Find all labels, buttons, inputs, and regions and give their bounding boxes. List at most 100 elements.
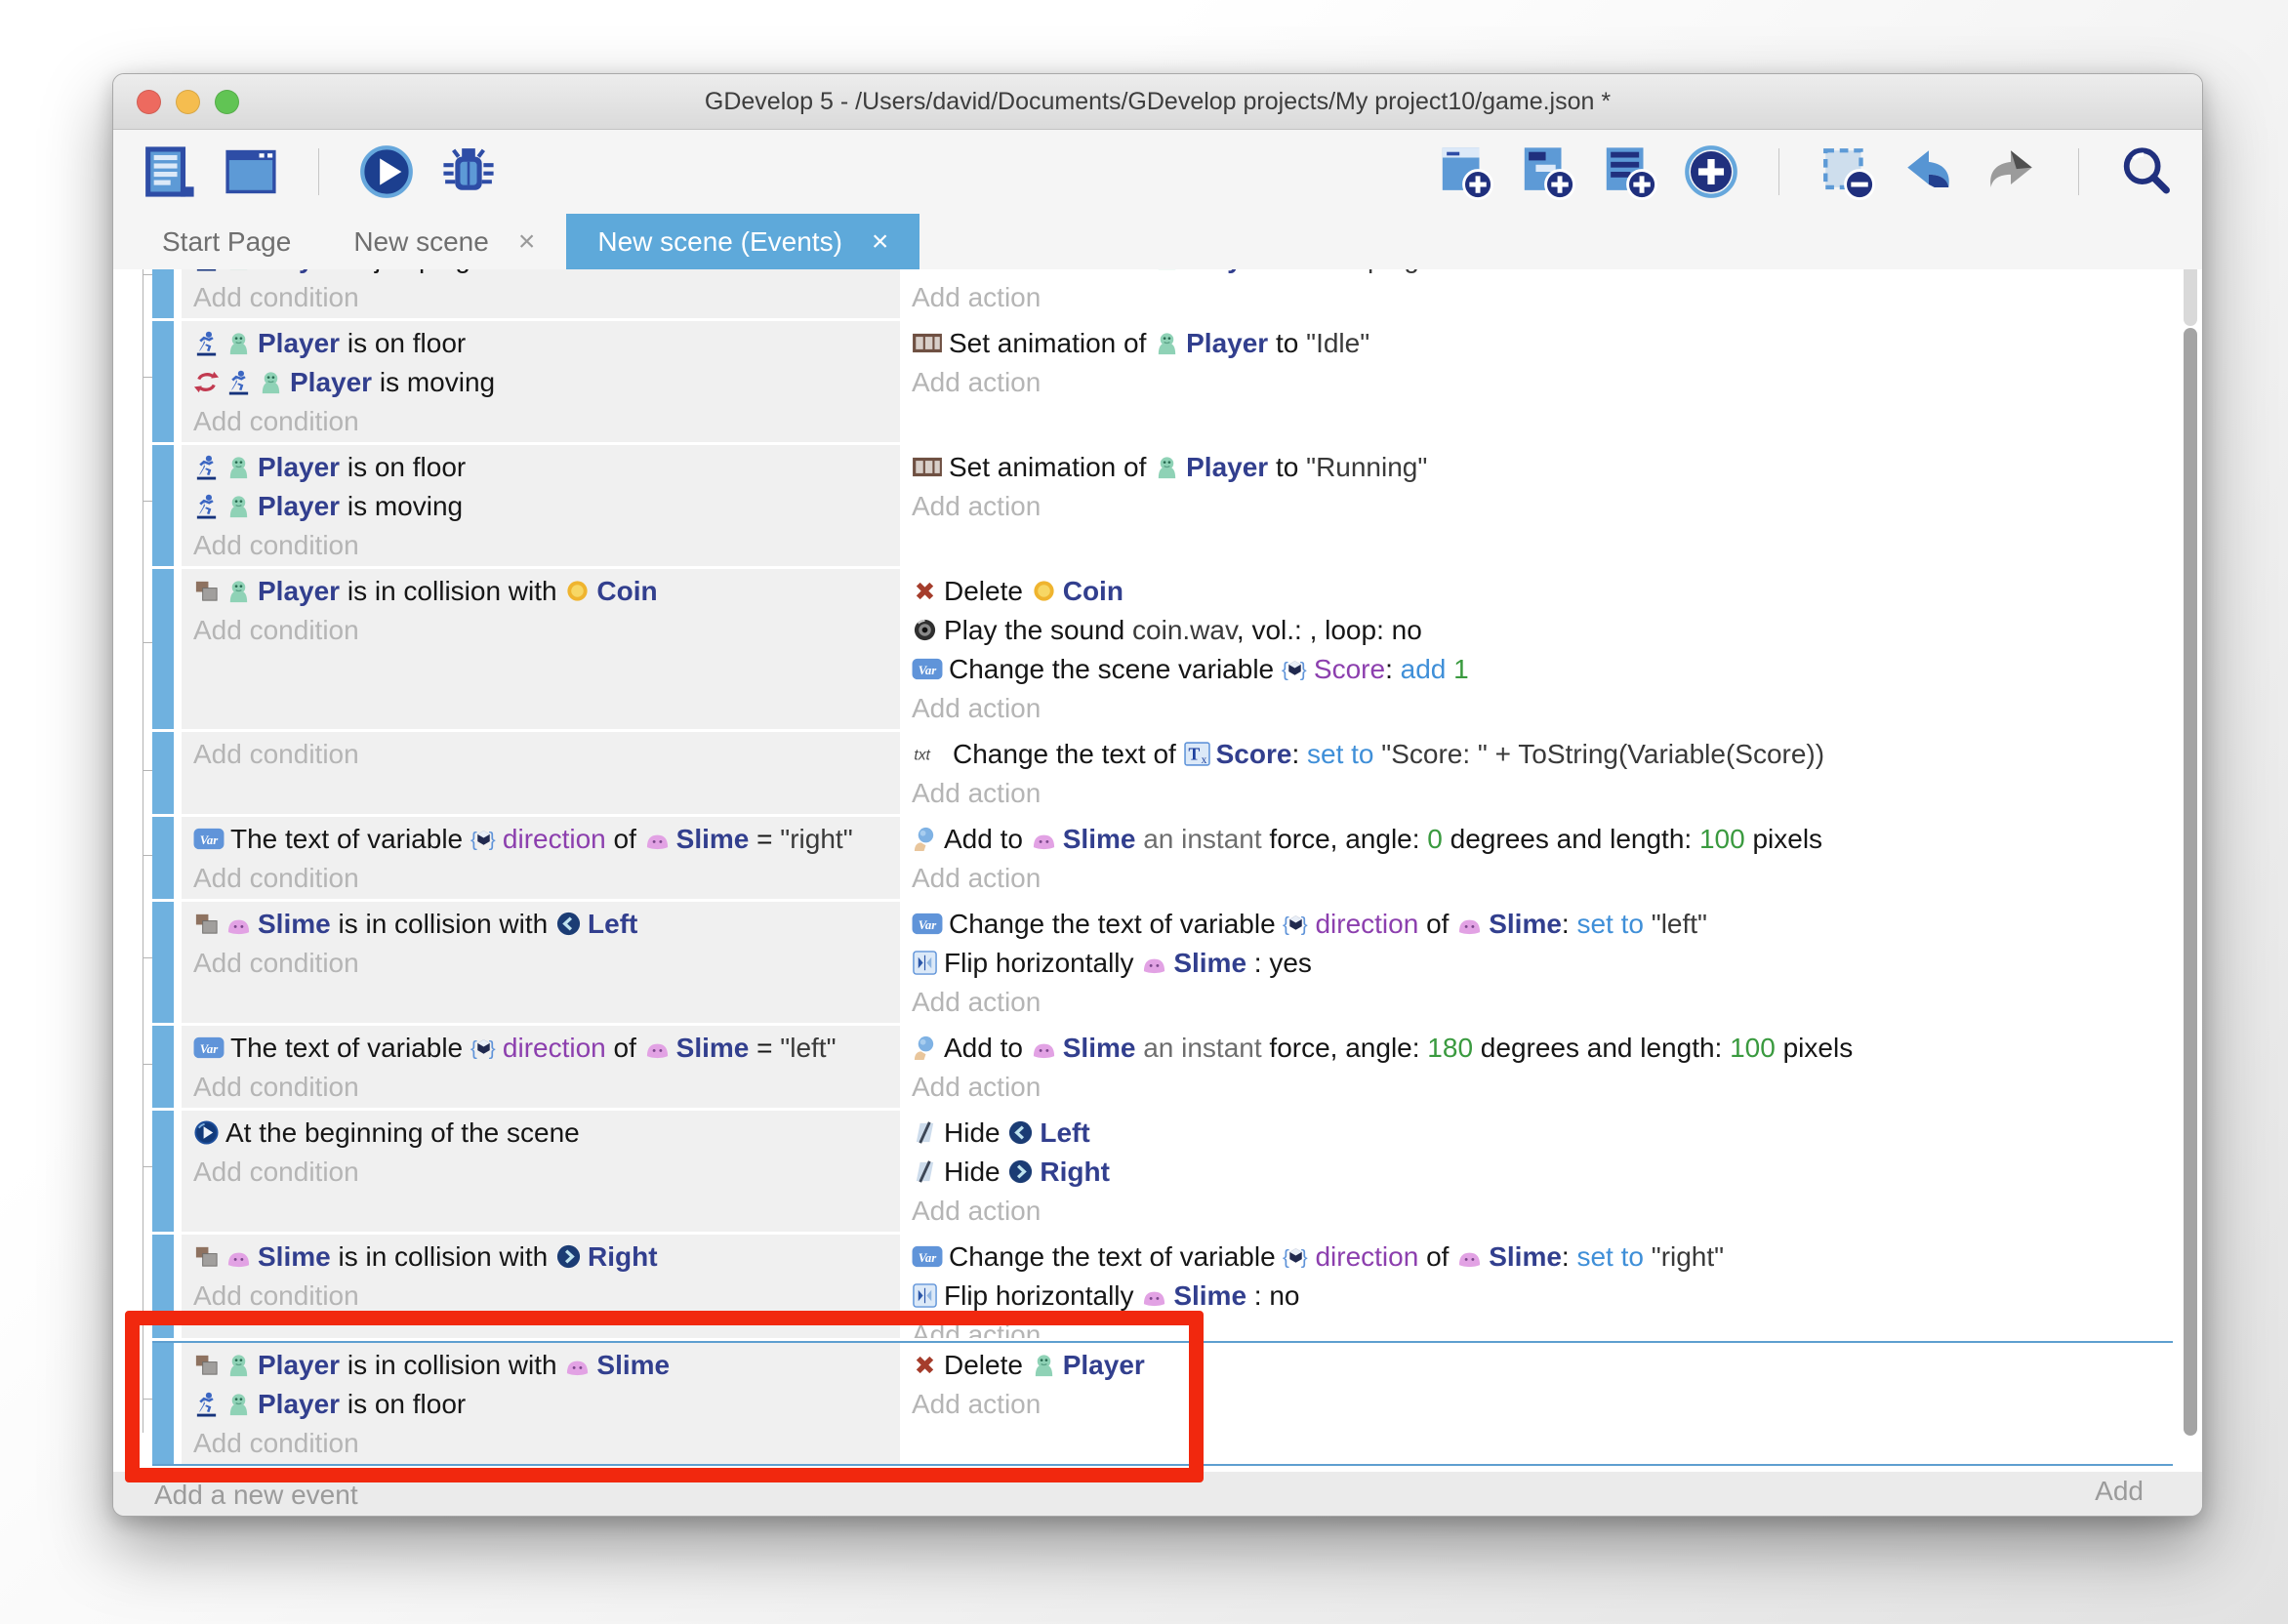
event-handle-bar[interactable] [152, 1111, 174, 1232]
event-row[interactable]: Player is jumpingAdd condition Set animat… [152, 269, 2173, 318]
event-row[interactable]: VarThe text of variable {}direction of S… [152, 817, 2173, 899]
condition-line[interactable]: Player is jumping [193, 269, 888, 278]
event-handle-bar[interactable] [152, 445, 174, 566]
add-condition-link[interactable]: Add condition [193, 1277, 888, 1316]
keyword: add [1401, 654, 1447, 684]
event-row[interactable]: Player is on floorPlayer is movingAdd co… [152, 321, 2173, 442]
action-line[interactable]: VarChange the text of variable {}directi… [912, 1238, 2161, 1277]
var-icon: Var [912, 909, 943, 935]
maximize-window-button[interactable] [215, 90, 239, 114]
number-value: 180 [1427, 1033, 1473, 1063]
action-line[interactable]: VarChange the scene variable {}Score: ad… [912, 650, 2161, 689]
debug-button[interactable] [440, 143, 497, 200]
action-line[interactable]: Add to Slime an instant force, angle: 0 … [912, 820, 2161, 859]
toolbar-left-group [141, 143, 497, 200]
condition-line[interactable]: VarThe text of variable {}direction of S… [193, 1029, 888, 1068]
close-icon[interactable]: × [518, 227, 536, 257]
number-value: 100 [1730, 1033, 1776, 1063]
event-row[interactable]: VarThe text of variable {}direction of S… [152, 1026, 2173, 1108]
text: Change the text of variable [949, 909, 1283, 939]
tab-start-page[interactable]: Start Page [131, 214, 322, 270]
close-icon[interactable]: × [872, 227, 889, 257]
add-new-event-button[interactable]: Add a new event [154, 1480, 358, 1511]
delete-selection-button[interactable] [1818, 143, 1875, 200]
minimize-window-button[interactable] [176, 90, 200, 114]
condition-line[interactable]: VarThe text of variable {}direction of S… [193, 820, 888, 859]
event-row[interactable]: Add condition txtChange the text of TxSco… [152, 732, 2173, 814]
action-line[interactable]: txtChange the text of TxScore: set to "S… [912, 735, 2161, 774]
condition-line[interactable]: Slime is in collision with Left [193, 905, 888, 944]
action-line[interactable]: Flip horizontally Slime : no [912, 1277, 2161, 1316]
condition-line[interactable]: Player is on floor [193, 448, 888, 487]
events-sheet-button[interactable] [141, 143, 197, 200]
event-handle-bar[interactable] [152, 269, 174, 318]
action-line[interactable]: Play the sound coin.wav, vol.: , loop: n… [912, 611, 2161, 650]
condition-line[interactable]: Player is on floor [193, 324, 888, 363]
var-icon: Var [912, 654, 943, 680]
event-row[interactable]: At the beginning of the sceneAdd conditi… [152, 1111, 2173, 1232]
add-button[interactable]: Add [2095, 1476, 2144, 1507]
add-action-link[interactable]: Add action [912, 859, 2161, 898]
condition-line[interactable]: Player is moving [193, 363, 888, 402]
add-condition-link[interactable]: Add condition [193, 859, 888, 898]
svg-text:T: T [1188, 745, 1200, 764]
event-handle-bar[interactable] [152, 817, 174, 899]
add-event-button[interactable] [1437, 143, 1493, 200]
add-condition-link[interactable]: Add condition [193, 611, 888, 650]
add-action-link[interactable]: Add action [912, 278, 2161, 317]
text: Delete [944, 576, 1031, 606]
add-action-link[interactable]: Add action [912, 774, 2161, 813]
add-condition-link[interactable]: Add condition [193, 1068, 888, 1107]
event-row[interactable]: Slime is in collision with LeftAdd condi… [152, 902, 2173, 1023]
condition-line[interactable]: Player is moving [193, 487, 888, 526]
add-action-link[interactable]: Add action [912, 1068, 2161, 1107]
add-condition-link[interactable]: Add condition [193, 278, 888, 317]
action-line[interactable]: Set animation of Player to "Idle" [912, 324, 2161, 363]
action-line[interactable]: Add to Slime an instant force, angle: 18… [912, 1029, 2161, 1068]
add-comment-button[interactable] [1601, 143, 1657, 200]
add-action-link[interactable]: Add action [912, 487, 2161, 526]
action-line[interactable]: Hide Right [912, 1153, 2161, 1192]
event-handle-bar[interactable] [152, 1026, 174, 1108]
action-line[interactable]: Delete Coin [912, 572, 2161, 611]
event-row[interactable]: Player is on floorPlayer is movingAdd co… [152, 445, 2173, 566]
event-handle-bar[interactable] [152, 569, 174, 729]
search-button[interactable] [2118, 143, 2175, 200]
condition-line[interactable]: Slime is in collision with Right [193, 1238, 888, 1277]
action-line[interactable]: Set animation of Player to "Jumping" [912, 269, 2161, 278]
tab-new-scene-events[interactable]: New scene (Events) × [566, 214, 919, 270]
action-line[interactable]: Flip horizontally Slime : yes [912, 944, 2161, 983]
add-condition-link[interactable]: Add condition [193, 402, 888, 441]
svg-text:{: { [470, 829, 477, 851]
event-handle-bar[interactable] [152, 732, 174, 814]
close-window-button[interactable] [137, 90, 161, 114]
undo-button[interactable] [1900, 143, 1957, 200]
redo-button[interactable] [1982, 143, 2039, 200]
event-handle-bar[interactable] [152, 902, 174, 1023]
add-condition-link[interactable]: Add condition [193, 735, 888, 774]
add-action-link[interactable]: Add action [912, 363, 2161, 402]
tab-new-scene[interactable]: New scene × [322, 214, 566, 270]
add-circle-button[interactable] [1683, 143, 1739, 200]
action-line[interactable]: Set animation of Player to "Running" [912, 448, 2161, 487]
action-line[interactable]: Hide Left [912, 1114, 2161, 1153]
add-condition-link[interactable]: Add condition [193, 1153, 888, 1192]
add-action-link[interactable]: Add action [912, 1192, 2161, 1231]
scene-editor-button[interactable] [223, 143, 279, 200]
condition-line[interactable]: Player is in collision with Coin [193, 572, 888, 611]
event-row[interactable]: Player is in collision with CoinAdd cond… [152, 569, 2173, 729]
add-subevent-button[interactable] [1519, 143, 1575, 200]
object-name: Player [258, 328, 340, 358]
preview-button[interactable] [358, 143, 415, 200]
text: Hide [944, 1157, 1007, 1187]
text: pixels [1776, 1033, 1853, 1063]
action-line[interactable]: VarChange the text of variable {}directi… [912, 905, 2161, 944]
add-condition-link[interactable]: Add condition [193, 526, 888, 565]
event-handle-bar[interactable] [152, 321, 174, 442]
add-action-link[interactable]: Add action [912, 983, 2161, 1022]
scrollbar-thumb[interactable] [2184, 328, 2197, 1436]
text: is in collision with [331, 909, 555, 939]
add-action-link[interactable]: Add action [912, 689, 2161, 728]
add-condition-link[interactable]: Add condition [193, 944, 888, 983]
condition-line[interactable]: At the beginning of the scene [193, 1114, 888, 1153]
